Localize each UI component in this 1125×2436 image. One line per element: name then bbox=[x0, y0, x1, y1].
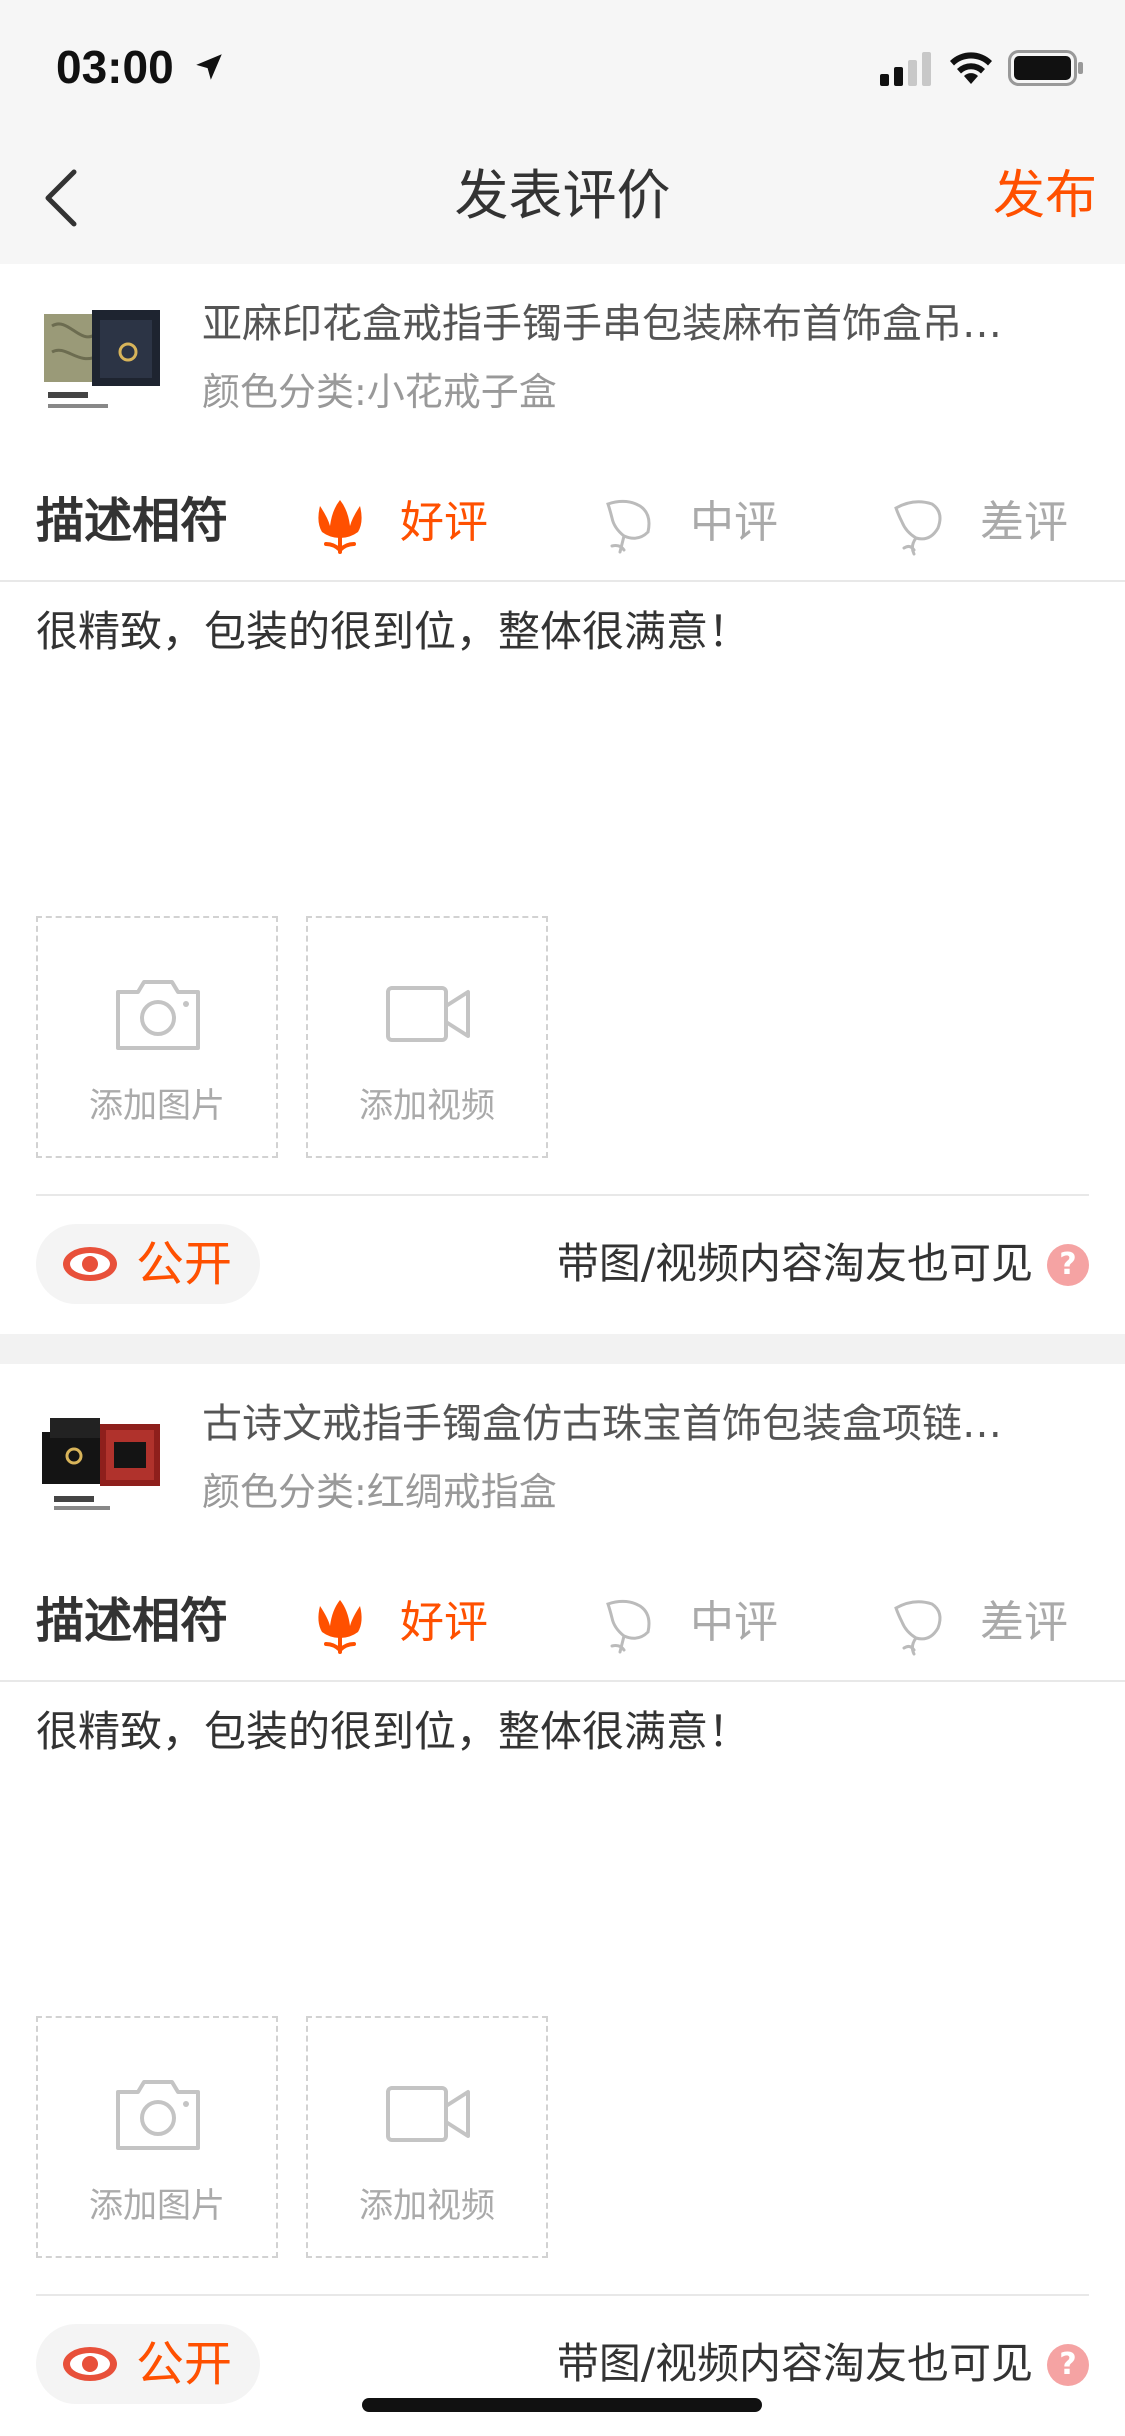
rating-bad-option[interactable]: 差评 bbox=[888, 486, 1088, 560]
public-toggle[interactable]: 公开 bbox=[36, 1224, 260, 1304]
wifi-icon bbox=[950, 52, 992, 84]
battery-icon bbox=[1008, 50, 1083, 86]
rating-label: 描述相符 bbox=[36, 1593, 229, 1649]
add-photo-label: 添加图片 bbox=[89, 2186, 225, 2226]
rating-neutral-label: 中评 bbox=[690, 1597, 778, 1648]
flower-neutral-icon bbox=[606, 499, 651, 554]
add-photo-button[interactable]: 添加图片 bbox=[36, 916, 278, 1158]
rating-good-label: 好评 bbox=[400, 1597, 488, 1648]
product-thumbnail[interactable] bbox=[38, 1396, 166, 1524]
product-thumbnail[interactable] bbox=[38, 296, 166, 424]
cellular-signal-icon bbox=[880, 52, 931, 86]
visibility-note: 带图/视频内容淘友也可见 bbox=[556, 1239, 1033, 1288]
add-video-button[interactable]: 添加视频 bbox=[306, 2016, 548, 2258]
home-indicator[interactable] bbox=[362, 2398, 762, 2412]
rating-label: 描述相符 bbox=[36, 493, 229, 549]
flower-neutral-icon bbox=[606, 1599, 651, 1654]
public-label: 公开 bbox=[136, 2336, 233, 2392]
section-separator bbox=[0, 1334, 1125, 1364]
add-photo-button[interactable]: 添加图片 bbox=[36, 2016, 278, 2258]
rating-row: 描述相符 好评 中评 差评 bbox=[0, 464, 1125, 582]
rating-good-label: 好评 bbox=[400, 497, 488, 548]
review-text-input[interactable]: 很精致，包装的很到位，整体很满意！ bbox=[36, 600, 1086, 830]
rating-neutral-option[interactable]: 中评 bbox=[598, 486, 798, 560]
flower-good-icon bbox=[318, 500, 362, 554]
rating-bad-label: 差评 bbox=[980, 1597, 1068, 1648]
status-bar: 03:00 bbox=[0, 0, 1125, 130]
rating-good-option[interactable]: 好评 bbox=[308, 1586, 508, 1660]
eye-icon bbox=[63, 2347, 117, 2381]
rating-neutral-option[interactable]: 中评 bbox=[598, 1586, 798, 1660]
location-arrow-icon bbox=[196, 54, 222, 80]
flower-good-icon bbox=[318, 1600, 362, 1654]
add-video-label: 添加视频 bbox=[359, 1086, 495, 1126]
rating-bad-option[interactable]: 差评 bbox=[888, 1586, 1088, 1660]
page-title: 发表评价 bbox=[454, 164, 671, 227]
divider bbox=[36, 1194, 1089, 1196]
product-sku: 颜色分类:红绸戒指盒 bbox=[202, 1470, 557, 1514]
flower-bad-icon bbox=[894, 500, 942, 556]
product-sku: 颜色分类:小花戒子盒 bbox=[202, 370, 557, 414]
rating-row: 描述相符 好评 中评 差评 bbox=[0, 1564, 1125, 1682]
rating-good-option[interactable]: 好评 bbox=[308, 486, 508, 560]
product-title[interactable]: 亚麻印花盒戒指手镯手串包装麻布首饰盒吊… bbox=[202, 292, 1082, 356]
product-title[interactable]: 古诗文戒指手镯盒仿古珠宝首饰包装盒项链… bbox=[202, 1392, 1082, 1456]
review-card: 亚麻印花盒戒指手镯手串包装麻布首饰盒吊… 颜色分类:小花戒子盒 描述相符 好评 … bbox=[0, 264, 1125, 1334]
help-icon[interactable]: ? bbox=[1047, 2344, 1089, 2386]
review-text-input[interactable]: 很精致，包装的很到位，整体很满意！ bbox=[36, 1700, 1086, 1930]
status-time: 03:00 bbox=[56, 41, 174, 93]
publish-button[interactable]: 发布 bbox=[993, 160, 1097, 232]
camera-icon bbox=[116, 2080, 200, 2150]
help-icon[interactable]: ? bbox=[1047, 1244, 1089, 1286]
public-label: 公开 bbox=[136, 1236, 233, 1292]
video-camera-icon bbox=[386, 2086, 470, 2142]
divider bbox=[36, 2294, 1089, 2296]
nav-bar: 发表评价 发布 bbox=[0, 130, 1125, 264]
visibility-note: 带图/视频内容淘友也可见 bbox=[556, 2339, 1033, 2388]
rating-neutral-label: 中评 bbox=[690, 497, 778, 548]
camera-icon bbox=[116, 980, 200, 1050]
add-photo-label: 添加图片 bbox=[89, 1086, 225, 1126]
rating-bad-label: 差评 bbox=[980, 497, 1068, 548]
add-video-button[interactable]: 添加视频 bbox=[306, 916, 548, 1158]
eye-icon bbox=[63, 1247, 117, 1281]
public-toggle[interactable]: 公开 bbox=[36, 2324, 260, 2404]
review-card: 古诗文戒指手镯盒仿古珠宝首饰包装盒项链… 颜色分类:红绸戒指盒 描述相符 好评 … bbox=[0, 1364, 1125, 2436]
flower-bad-icon bbox=[894, 1600, 942, 1656]
add-video-label: 添加视频 bbox=[359, 2186, 495, 2226]
video-camera-icon bbox=[386, 986, 470, 1042]
